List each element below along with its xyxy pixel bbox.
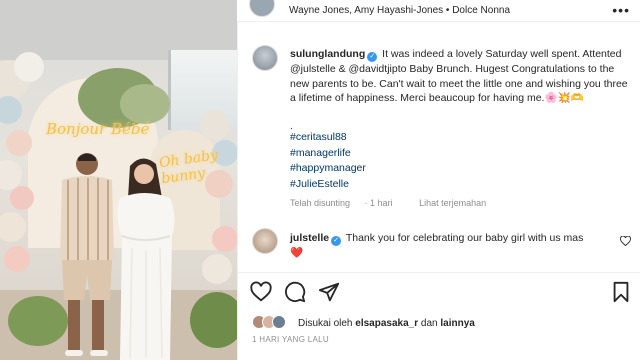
edited-text: Telah disunting — [290, 198, 351, 208]
post-date[interactable]: 1 HARI YANG LALU — [252, 335, 329, 344]
comment-like-heart-icon[interactable] — [620, 236, 631, 246]
post-comments-panel: sulunglandung ✓ It was indeed a lovely Sa… — [237, 22, 640, 272]
hashtag-link[interactable]: #JulieEstelle — [290, 177, 366, 193]
balloon — [4, 246, 30, 272]
balloon — [0, 212, 26, 242]
caption-meta: Telah disunting · 1 hari Lihat terjemaha… — [290, 198, 498, 208]
neon-sign-left: Bonjour Bébé — [46, 120, 150, 138]
balloon — [10, 186, 34, 210]
hashtag-list: #ceritasul88 #managerlife #happymanager … — [290, 130, 366, 192]
likes-conj: dan — [420, 318, 438, 329]
commenter-avatar[interactable] — [252, 228, 278, 254]
hashtag-link[interactable]: #managerlife — [290, 146, 366, 162]
hashtag-link[interactable]: #ceritasul88 — [290, 130, 366, 146]
balloon — [14, 52, 44, 82]
author-username[interactable]: sulunglandung — [290, 48, 365, 60]
header-avatar[interactable] — [249, 0, 275, 17]
comment-icon[interactable] — [284, 281, 306, 303]
post-photo[interactable]: Bonjour Bébé Oh baby bunny — [0, 0, 237, 360]
balloon — [202, 254, 232, 284]
header-collaborators[interactable]: Wayne Jones, Amy Hayashi-Jones • Dolce N… — [289, 5, 510, 16]
balloon — [212, 226, 237, 252]
balloon — [0, 96, 22, 124]
verified-badge-icon: ✓ — [331, 236, 342, 246]
verified-badge-icon: ✓ — [367, 52, 378, 62]
liker-avatar — [272, 315, 286, 329]
person-woman — [117, 158, 175, 360]
likes-others-link[interactable]: lainnya — [440, 318, 474, 329]
person-man — [60, 153, 114, 356]
liker-username[interactable]: elsapasaka_r — [355, 318, 418, 329]
caption-time: 1 hari — [370, 198, 393, 208]
post-actions: Disukai oleh elsapasaka_r dan lainnya 1 … — [237, 272, 640, 360]
likes-summary: Disukai oleh elsapasaka_r dan lainnya — [252, 315, 475, 329]
see-translation-link[interactable]: Lihat terjemahan — [419, 198, 486, 208]
commenter-username[interactable]: julstelle — [290, 232, 329, 244]
share-icon[interactable] — [318, 281, 340, 303]
flower-arrangement — [120, 84, 170, 124]
bookmark-icon[interactable] — [610, 281, 632, 303]
likes-prefix: Disukai oleh — [298, 318, 353, 329]
hashtag-link[interactable]: #happymanager — [290, 161, 366, 177]
comment-body: julstelle ✓ Thank you for celebrating our… — [290, 231, 590, 261]
plant — [190, 292, 237, 348]
heart-icon[interactable] — [250, 281, 272, 303]
edited-label: Telah disunting · 1 hari — [290, 198, 393, 208]
author-avatar[interactable] — [252, 45, 278, 71]
balloon — [200, 110, 230, 140]
post-header: Wayne Jones, Amy Hayashi-Jones • Dolce N… — [237, 0, 640, 22]
more-horizontal-icon[interactable]: ••• — [612, 2, 630, 18]
post-caption: sulunglandung ✓ It was indeed a lovely Sa… — [290, 47, 632, 106]
balloon — [6, 130, 32, 156]
liker-avatars[interactable] — [252, 315, 292, 329]
